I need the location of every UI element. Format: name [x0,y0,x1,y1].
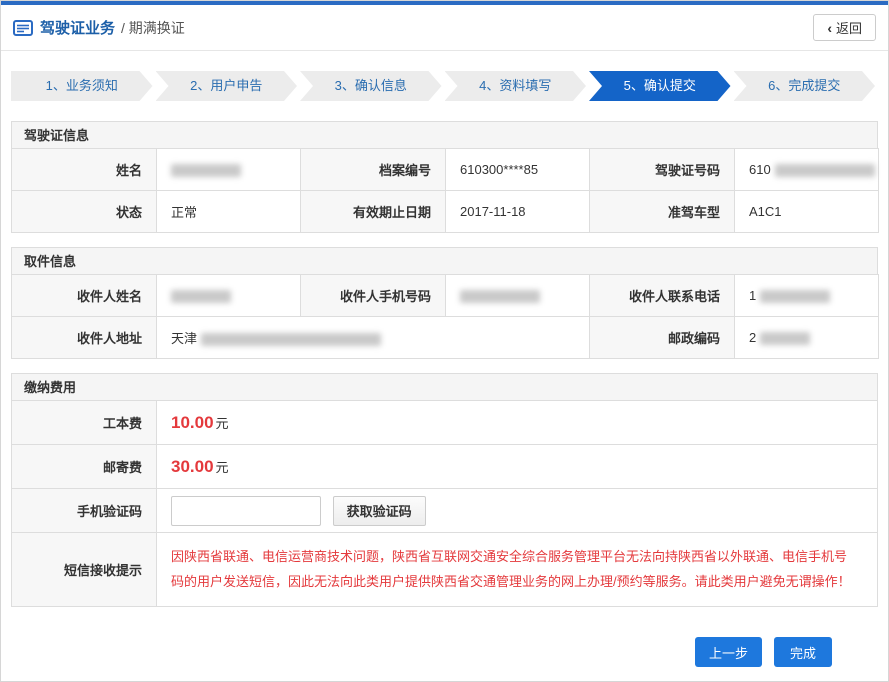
step-breadcrumb: 1、业务须知 2、用户申告 3、确认信息 4、资料填写 5、确认提交 6、完成提… [11,71,878,101]
redacted-recipient-mobile [460,290,540,303]
page-subtitle: / 期满换证 [121,18,185,38]
redacted-postcode [760,332,810,345]
postcode-label: 邮政编码 [590,317,735,359]
fees-section-title: 缴纳费用 [11,373,878,401]
license-number-label: 驾驶证号码 [590,149,735,191]
sms-code-cell: 获取验证码 [157,489,878,533]
table-row: 姓名 档案编号 610300****85 驾驶证号码 610 [12,149,879,191]
back-button-label: 返回 [836,18,862,37]
postage-fee-amount: 30.00 [171,457,214,476]
table-row: 收件人姓名 收件人手机号码 收件人联系电话 1 [12,275,879,317]
postcode-prefix: 2 [749,330,756,345]
step-5-confirm-submit[interactable]: 5、确认提交 [589,71,731,101]
license-renewal-page: 驾驶证业务 / 期满换证 ‹ 返回 1、业务须知 2、用户申告 3、确认信息 4… [0,0,889,682]
recipient-name-label: 收件人姓名 [12,275,157,317]
postage-fee-label: 邮寄费 [12,445,157,489]
expiry-value: 2017-11-18 [446,191,590,233]
status-value: 正常 [157,191,301,233]
expiry-label: 有效期止日期 [301,191,446,233]
recipient-phone-label: 收件人联系电话 [590,275,735,317]
file-number-label: 档案编号 [301,149,446,191]
recipient-mobile-label: 收件人手机号码 [301,275,446,317]
status-label: 状态 [12,191,157,233]
page-title: 驾驶证业务 [40,17,115,38]
back-button[interactable]: ‹ 返回 [813,14,876,41]
page-header: 驾驶证业务 / 期满换证 ‹ 返回 [1,5,888,51]
step-6-complete-submit[interactable]: 6、完成提交 [734,71,876,101]
recipient-phone-value: 1 [735,275,879,317]
table-row: 短信接收提示 因陕西省联通、电信运营商技术问题，陕西省互联网交通安全综合服务管理… [12,533,878,607]
redacted-recipient-name [171,290,231,303]
postage-fee-unit: 元 [216,460,229,475]
step-3-confirm-info[interactable]: 3、确认信息 [300,71,442,101]
license-business-icon [13,20,33,36]
redacted-name [171,164,241,177]
table-row: 工本费 10.00元 [12,401,878,445]
recipient-name-value [157,275,301,317]
postage-fee-value: 30.00元 [157,445,878,489]
sms-code-label: 手机验证码 [12,489,157,533]
table-row: 收件人地址 天津 邮政编码 2 [12,317,879,359]
table-row: 状态 正常 有效期止日期 2017-11-18 准驾车型 A1C1 [12,191,879,233]
get-sms-code-button[interactable]: 获取验证码 [333,496,426,526]
back-chevron-icon: ‹ [827,21,832,35]
file-number-value: 610300****85 [446,149,590,191]
pickup-info-section-title: 取件信息 [11,247,878,275]
sms-notice-cell: 因陕西省联通、电信运营商技术问题，陕西省互联网交通安全综合服务管理平台无法向持陕… [157,533,878,607]
finish-button[interactable]: 完成 [774,637,832,667]
production-fee-unit: 元 [216,416,229,431]
fees-section: 缴纳费用 工本费 10.00元 邮寄费 30.00元 手机验证码 获取验证码 [11,373,878,607]
production-fee-amount: 10.00 [171,413,214,432]
sms-notice-text: 因陕西省联通、电信运营商技术问题，陕西省互联网交通安全综合服务管理平台无法向持陕… [171,545,859,594]
address-label: 收件人地址 [12,317,157,359]
table-row: 手机验证码 获取验证码 [12,489,878,533]
redacted-address [201,333,381,346]
license-info-section-title: 驾驶证信息 [11,121,878,149]
redacted-recipient-phone [760,290,830,303]
step-4-fill-data[interactable]: 4、资料填写 [445,71,587,101]
name-label: 姓名 [12,149,157,191]
table-row: 邮寄费 30.00元 [12,445,878,489]
address-prefix: 天津 [171,331,197,346]
address-value: 天津 [157,317,590,359]
step-2-user-declaration[interactable]: 2、用户申告 [156,71,298,101]
license-info-table: 姓名 档案编号 610300****85 驾驶证号码 610 状态 正常 有效期… [11,148,879,233]
redacted-license-number [775,164,875,177]
recipient-phone-prefix: 1 [749,288,756,303]
step-1-business-notice[interactable]: 1、业务须知 [11,71,153,101]
pickup-info-table: 收件人姓名 收件人手机号码 收件人联系电话 1 收件人地址 天津 邮政编码 2 [11,274,879,359]
vehicle-class-label: 准驾车型 [590,191,735,233]
license-number-prefix: 610 [749,162,771,177]
license-number-value: 610 [735,149,879,191]
name-value [157,149,301,191]
pickup-info-section: 取件信息 收件人姓名 收件人手机号码 收件人联系电话 1 收件人地址 天津 邮政… [11,247,878,359]
previous-step-button[interactable]: 上一步 [695,637,762,667]
postcode-value: 2 [735,317,879,359]
vehicle-class-value: A1C1 [735,191,879,233]
production-fee-value: 10.00元 [157,401,878,445]
production-fee-label: 工本费 [12,401,157,445]
license-info-section: 驾驶证信息 姓名 档案编号 610300****85 驾驶证号码 610 状态 … [11,121,878,233]
recipient-mobile-value [446,275,590,317]
sms-notice-label: 短信接收提示 [12,533,157,607]
footer-actions: 上一步 完成 [1,637,888,667]
sms-code-input[interactable] [171,496,321,526]
fees-table: 工本费 10.00元 邮寄费 30.00元 手机验证码 获取验证码 短信接收提示… [11,400,878,607]
